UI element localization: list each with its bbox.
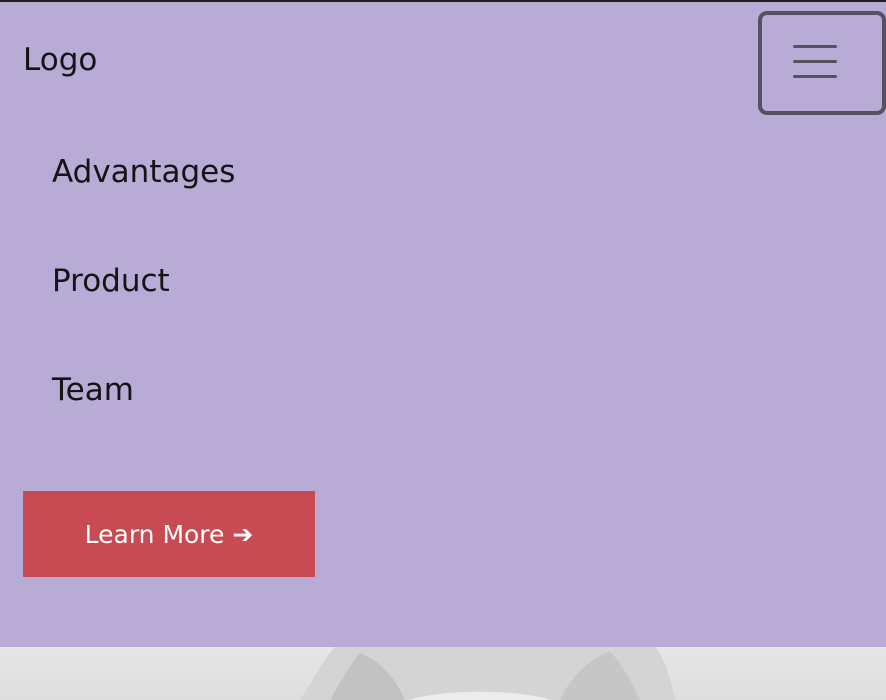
navbar: Logo Advantages Product Team Learn More … <box>0 2 886 647</box>
page: Logo Advantages Product Team Learn More … <box>0 0 886 700</box>
nav-item: Advantages <box>52 152 235 192</box>
learn-more-label: Learn More <box>84 519 225 549</box>
hero-photo-fragment <box>300 647 675 700</box>
learn-more-button[interactable]: Learn More ➔ <box>23 491 315 577</box>
menu-toggle-button[interactable] <box>758 11 886 115</box>
nav-link-team[interactable]: Team <box>52 370 235 410</box>
logo[interactable]: Logo <box>23 40 97 80</box>
nav-menu: Advantages Product Team <box>52 152 235 479</box>
hamburger-menu-icon <box>793 45 837 79</box>
arrow-right-icon: ➔ <box>232 519 254 549</box>
nav-link-advantages[interactable]: Advantages <box>52 152 235 192</box>
nav-link-product[interactable]: Product <box>52 261 235 301</box>
hero-image <box>0 647 886 700</box>
nav-item: Product <box>52 261 235 301</box>
nav-item: Team <box>52 370 235 410</box>
